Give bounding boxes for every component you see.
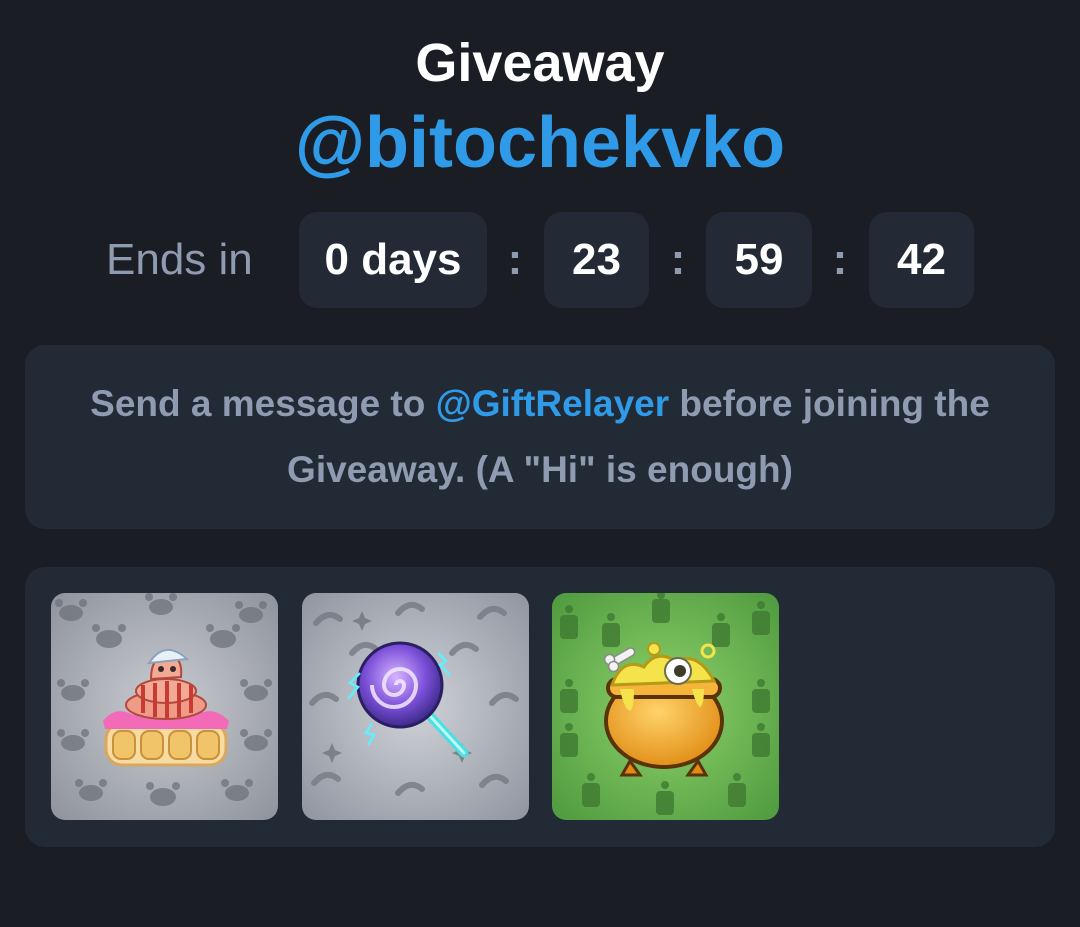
notice-text-prefix: Send a message to (90, 383, 436, 424)
ends-in-label: Ends in (106, 235, 253, 284)
snake-on-2025-cake-gift-icon (51, 593, 278, 820)
countdown-seconds-value: 42 (897, 235, 946, 284)
gift-item[interactable] (51, 593, 278, 820)
giveaway-title: Giveaway (415, 33, 665, 93)
countdown-days-value: 0 days (324, 235, 462, 284)
cauldron-gift-icon (552, 593, 779, 820)
countdown-days: 0 days (299, 212, 487, 308)
countdown-separator: : (832, 235, 848, 284)
countdown-hours-value: 23 (572, 235, 621, 284)
countdown-hours: 23 (544, 212, 649, 308)
notice-card: Send a message to @GiftRelayer before jo… (25, 345, 1055, 529)
countdown-separator: : (507, 235, 523, 284)
gift-item[interactable] (552, 593, 779, 820)
gift-relayer-link[interactable]: @GiftRelayer (436, 383, 670, 424)
countdown-minutes-value: 59 (734, 235, 784, 284)
lollipop-gift-icon (302, 593, 529, 820)
gifts-card (25, 567, 1055, 847)
countdown-seconds: 42 (869, 212, 974, 308)
channel-link[interactable]: @bitochekvko (0, 100, 1080, 186)
countdown-minutes: 59 (706, 212, 812, 308)
gift-item[interactable] (302, 593, 529, 820)
countdown-separator: : (670, 235, 686, 284)
